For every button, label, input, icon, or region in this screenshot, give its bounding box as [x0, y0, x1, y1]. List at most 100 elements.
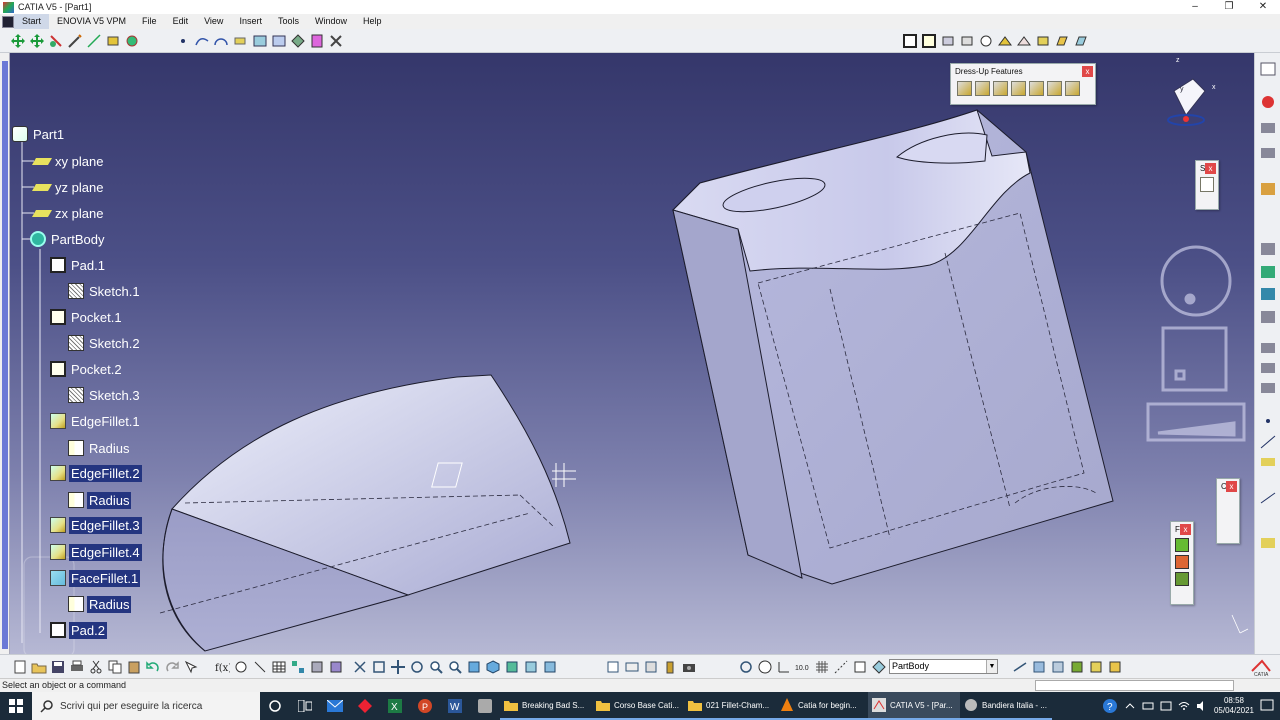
scan-icon[interactable] [252, 659, 268, 675]
network-icon[interactable] [1160, 700, 1172, 712]
inertia-icon[interactable] [271, 33, 287, 49]
rotate-icon[interactable] [409, 659, 425, 675]
camera-icon[interactable] [681, 659, 697, 675]
catalog-icon[interactable] [309, 33, 325, 49]
mini-toolbar-s-close[interactable]: x [1205, 163, 1216, 174]
sketch-tool-icon[interactable] [1200, 177, 1214, 192]
wifi-icon[interactable] [1178, 700, 1190, 712]
fly-icon[interactable] [352, 659, 368, 675]
bottle-icon[interactable] [662, 659, 678, 675]
tree-node-sketch3[interactable]: Sketch.3 [68, 385, 142, 405]
tree-node-pocket1[interactable]: Pocket.1 [50, 307, 124, 327]
paste-icon[interactable] [126, 659, 142, 675]
menu-insert[interactable]: Insert [231, 14, 270, 29]
law-icon[interactable] [309, 659, 325, 675]
measure-inertia-icon[interactable] [1050, 659, 1066, 675]
taskbar-app[interactable]: Bandiera Italia - ... [960, 692, 1052, 720]
remove-face-icon[interactable] [1065, 81, 1080, 96]
tree-root[interactable]: Part1 [12, 124, 66, 144]
volume-icon[interactable] [1196, 700, 1208, 712]
cortana-icon[interactable] [260, 692, 290, 720]
taskbar-app[interactable]: 021 Fillet-Cham... [684, 692, 776, 720]
tree-node-pad1[interactable]: Pad.1 [50, 255, 107, 275]
menu-view[interactable]: View [196, 14, 231, 29]
minimize-button[interactable]: – [1178, 0, 1212, 14]
measure-item-icon[interactable] [1031, 659, 1047, 675]
menu-tools[interactable]: Tools [270, 14, 307, 29]
dimensional-constraint-icon[interactable] [871, 659, 887, 675]
undo-icon[interactable] [145, 659, 161, 675]
powerpoint-icon[interactable]: P [410, 692, 440, 720]
tree-node-xy-plane[interactable]: xy plane [31, 151, 105, 171]
slot-icon[interactable] [1016, 33, 1032, 49]
chamfer-tool-icon[interactable] [1054, 33, 1070, 49]
groove-icon[interactable] [959, 33, 975, 49]
start-icon[interactable] [2, 15, 14, 28]
battery-icon[interactable] [1142, 700, 1154, 712]
taskbar-app[interactable]: Breaking Bad S... [500, 692, 592, 720]
chevron-down-icon[interactable]: ▼ [986, 660, 997, 673]
snipping-icon[interactable] [470, 692, 500, 720]
redo-icon[interactable] [164, 659, 180, 675]
help-icon[interactable]: ? [1102, 698, 1118, 714]
axis-icon[interactable] [776, 659, 792, 675]
spline-icon[interactable] [194, 33, 210, 49]
fillet-quick-icon[interactable] [1175, 538, 1189, 552]
comment-icon[interactable] [233, 659, 249, 675]
menu-file[interactable]: File [134, 14, 165, 29]
tree-node-pocket2[interactable]: Pocket.2 [50, 359, 124, 379]
tree-node-edgefillet1[interactable]: EdgeFillet.1 [50, 411, 142, 431]
tree-node-zx-plane[interactable]: zx plane [31, 203, 105, 223]
geometric-constraint-icon[interactable] [852, 659, 868, 675]
render-style-icon[interactable] [504, 659, 520, 675]
split-icon[interactable] [624, 659, 640, 675]
refresh-icon[interactable] [738, 659, 754, 675]
dressup-close-button[interactable]: x [1082, 66, 1093, 77]
tree-node-edgefillet4[interactable]: EdgeFillet.4 [50, 542, 142, 562]
mini-toolbar-f-close[interactable]: x [1180, 524, 1191, 535]
taskbar-search[interactable]: Scrivi qui per eseguire la ricerca [32, 692, 260, 720]
fillet-variable-icon[interactable] [1175, 555, 1189, 569]
chevron-up-icon[interactable] [1124, 700, 1136, 712]
taskbar-app[interactable]: Catia for begin... [776, 692, 868, 720]
tree-node-pad2[interactable]: Pad.2 [50, 620, 107, 640]
hand-icon[interactable] [757, 659, 773, 675]
hierarchy-icon[interactable] [290, 659, 306, 675]
cut-icon[interactable] [88, 659, 104, 675]
zoom-out-icon[interactable] [447, 659, 463, 675]
tree-node-sketch1[interactable]: Sketch.1 [68, 281, 142, 301]
construction-icon[interactable] [833, 659, 849, 675]
open-icon[interactable] [31, 659, 47, 675]
snap-icon[interactable] [48, 33, 64, 49]
windows-start-button[interactable] [0, 692, 32, 720]
grid-snap-icon[interactable]: 10.0 [795, 659, 811, 675]
chamfer-icon[interactable] [975, 81, 990, 96]
sketcher-icon[interactable] [902, 33, 918, 49]
zoom-in-icon[interactable] [428, 659, 444, 675]
draft-tool-icon[interactable] [1073, 33, 1089, 49]
notifications-icon[interactable] [1260, 699, 1274, 713]
compass-icon[interactable] [1167, 78, 1206, 126]
tree-node-yz-plane[interactable]: yz plane [31, 177, 105, 197]
dimension-icon[interactable] [105, 33, 121, 49]
copy-icon[interactable] [107, 659, 123, 675]
print-icon[interactable] [69, 659, 85, 675]
tree-node-facefillet1[interactable]: FaceFillet.1 [50, 568, 141, 588]
pan-icon[interactable] [29, 33, 45, 49]
tree-node-edgefillet2[interactable]: EdgeFillet.2 [50, 463, 142, 483]
fillet-face-icon[interactable] [1175, 572, 1189, 586]
eraser-icon[interactable] [232, 33, 248, 49]
mini-toolbar-c-close[interactable]: x [1226, 481, 1237, 492]
formula-icon[interactable]: f(x) [214, 659, 230, 675]
tree-node-sketch2[interactable]: Sketch.2 [68, 333, 142, 353]
pan-view-icon[interactable] [390, 659, 406, 675]
whats-this-icon[interactable] [183, 659, 199, 675]
taskbar-app-active[interactable]: CATIA V5 - [Par... [868, 692, 960, 720]
3d-viewport[interactable]: z x y Part1 xy plane yz plane zx plane P… [10, 53, 1254, 654]
update-icon[interactable] [605, 659, 621, 675]
shell-icon[interactable] [1011, 81, 1026, 96]
new-icon[interactable] [12, 659, 28, 675]
save-icon[interactable] [50, 659, 66, 675]
rib-icon[interactable] [997, 33, 1013, 49]
catalog-browser-icon[interactable] [328, 659, 344, 675]
